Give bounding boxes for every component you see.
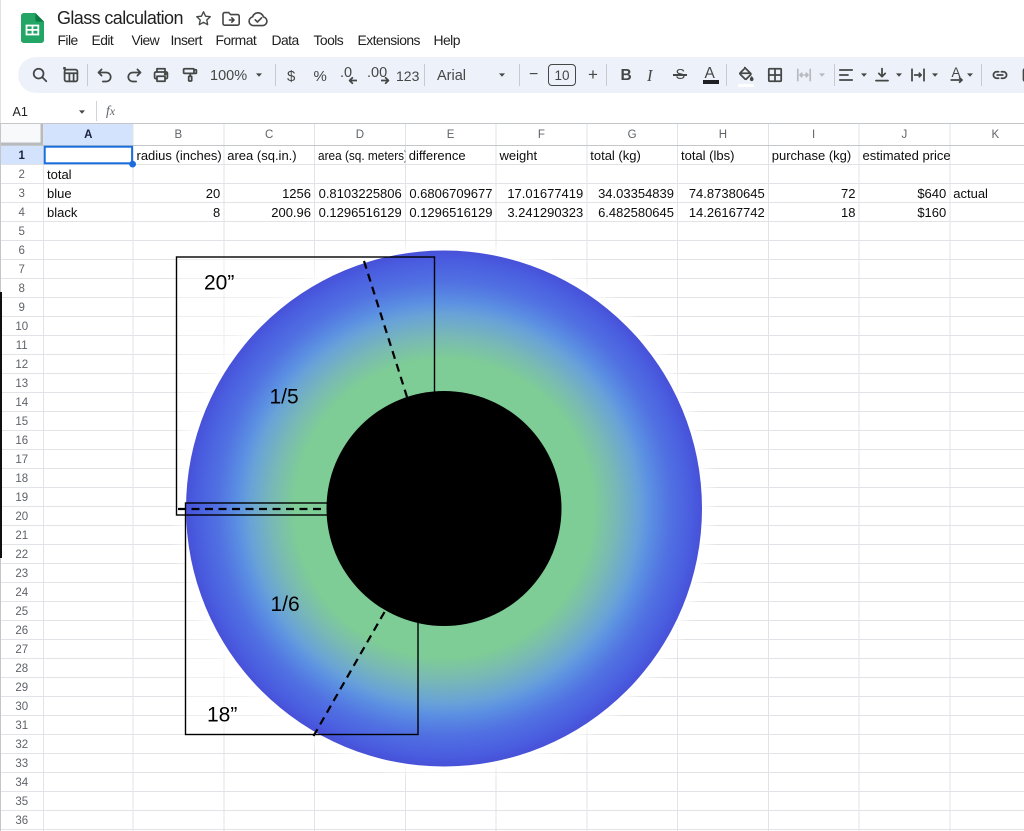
svg-text:14: 14 [15, 397, 28, 409]
svg-text:1256: 1256 [282, 186, 311, 201]
svg-text:15: 15 [15, 416, 28, 428]
svg-text:1/6: 1/6 [271, 593, 300, 616]
svg-text:$640: $640 [917, 186, 946, 201]
svg-text:C: C [265, 129, 273, 141]
svg-text:A: A [84, 129, 92, 141]
svg-text:total (lbs): total (lbs) [681, 148, 734, 163]
svg-text:0.6806709677: 0.6806709677 [409, 186, 492, 201]
svg-text:20: 20 [15, 511, 28, 523]
svg-text:0.1296516129: 0.1296516129 [319, 205, 402, 220]
svg-text:28: 28 [15, 663, 28, 675]
svg-text:18: 18 [841, 205, 855, 220]
svg-text:1/5: 1/5 [270, 386, 299, 409]
svg-text:E: E [447, 129, 455, 141]
svg-text:3.241290323: 3.241290323 [507, 205, 583, 220]
svg-text:31: 31 [15, 720, 28, 732]
svg-text:weight: weight [499, 148, 538, 163]
svg-text:24: 24 [15, 587, 28, 599]
svg-text:1: 1 [19, 150, 26, 162]
svg-text:black: black [47, 205, 78, 220]
svg-text:25: 25 [15, 606, 28, 618]
svg-text:total (kg): total (kg) [590, 148, 641, 163]
svg-text:35: 35 [15, 796, 28, 808]
svg-text:8: 8 [213, 205, 220, 220]
svg-text:18”: 18” [207, 704, 237, 727]
svg-text:J: J [902, 129, 908, 141]
svg-text:2: 2 [19, 169, 25, 181]
svg-text:0.8103225806: 0.8103225806 [319, 186, 402, 201]
svg-text:34: 34 [15, 777, 28, 789]
svg-text:16: 16 [15, 435, 28, 447]
svg-text:G: G [628, 129, 637, 141]
svg-text:0.1296516129: 0.1296516129 [409, 205, 492, 220]
svg-text:20”: 20” [204, 272, 234, 295]
svg-text:11: 11 [16, 340, 28, 352]
svg-text:area (sq. meters): area (sq. meters) [318, 148, 408, 163]
svg-text:10: 10 [15, 321, 28, 333]
svg-text:K: K [992, 129, 1000, 141]
svg-text:9: 9 [19, 302, 25, 314]
svg-text:32: 32 [15, 739, 28, 751]
svg-text:23: 23 [15, 568, 28, 580]
svg-text:72: 72 [841, 186, 855, 201]
svg-text:26: 26 [15, 625, 28, 637]
svg-text:actual: actual [953, 186, 988, 201]
svg-text:22: 22 [15, 549, 28, 561]
svg-text:F: F [538, 129, 545, 141]
svg-text:27: 27 [15, 644, 28, 656]
svg-text:purchase (kg): purchase (kg) [772, 148, 851, 163]
svg-text:29: 29 [15, 682, 28, 694]
svg-text:6: 6 [19, 245, 25, 257]
svg-text:4: 4 [19, 207, 26, 219]
svg-text:19: 19 [15, 492, 28, 504]
svg-text:3: 3 [19, 188, 25, 200]
svg-text:estimated price: estimated price [863, 148, 951, 163]
svg-text:13: 13 [15, 378, 28, 390]
svg-text:18: 18 [15, 473, 28, 485]
svg-text:34.03354839: 34.03354839 [598, 186, 674, 201]
svg-text:17.01677419: 17.01677419 [507, 186, 583, 201]
svg-text:36: 36 [15, 815, 28, 827]
svg-text:H: H [719, 129, 727, 141]
svg-text:B: B [175, 129, 183, 141]
svg-text:total: total [47, 167, 72, 182]
svg-text:21: 21 [15, 530, 28, 542]
svg-text:74.87380645: 74.87380645 [689, 186, 765, 201]
svg-text:7: 7 [19, 264, 25, 276]
svg-text:200.96: 200.96 [271, 205, 311, 220]
svg-text:8: 8 [19, 283, 25, 295]
svg-text:20: 20 [206, 186, 220, 201]
svg-text:$160: $160 [917, 205, 946, 220]
svg-text:12: 12 [15, 359, 28, 371]
svg-text:5: 5 [19, 226, 25, 238]
svg-text:17: 17 [15, 454, 28, 466]
svg-text:30: 30 [15, 701, 28, 713]
svg-text:radius (inches): radius (inches) [137, 148, 222, 163]
svg-text:33: 33 [15, 758, 28, 770]
svg-text:blue: blue [47, 186, 72, 201]
svg-text:14.26167742: 14.26167742 [689, 205, 765, 220]
svg-text:D: D [356, 129, 364, 141]
svg-text:I: I [812, 129, 815, 141]
svg-text:difference: difference [409, 148, 466, 163]
svg-text:area (sq.in.): area (sq.in.) [227, 148, 296, 163]
svg-text:6.482580645: 6.482580645 [598, 205, 674, 220]
